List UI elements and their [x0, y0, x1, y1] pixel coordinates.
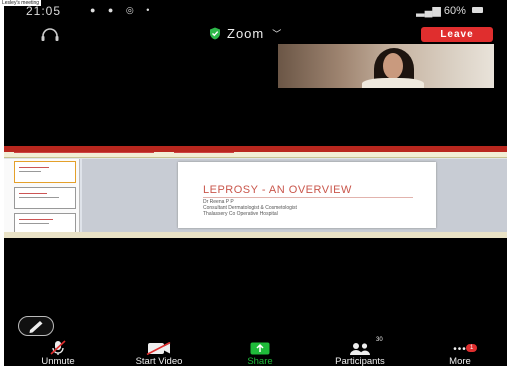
meeting-toolbar: Unmute Start Video Share 30 Participants… — [4, 337, 507, 366]
signal-icon: ▂▄▆ — [416, 5, 441, 17]
status-bar: 21:05 ● ● ◎ • ▂▄▆ 60% — [4, 4, 507, 18]
self-video-thumbnail[interactable] — [278, 44, 494, 88]
annotate-button[interactable] — [18, 316, 54, 336]
pencil-icon — [29, 320, 42, 333]
participants-button[interactable]: 30 Participants — [316, 337, 404, 366]
video-off-icon — [146, 342, 171, 355]
audio-headphone-icon[interactable] — [40, 28, 60, 42]
unmute-button[interactable]: Unmute — [30, 340, 86, 366]
battery-icon — [472, 7, 483, 13]
start-video-label: Start Video — [135, 356, 183, 366]
powerpoint-status-bar — [4, 232, 507, 238]
slide-thumbnail[interactable] — [14, 187, 76, 209]
more-notification-badge: 1 — [466, 344, 478, 352]
unmute-label: Unmute — [41, 356, 75, 366]
powerpoint-info-bar — [4, 152, 507, 158]
shield-check-icon — [210, 27, 220, 40]
slide-title: LEPROSY - AN OVERVIEW — [203, 184, 352, 196]
participants-icon — [350, 343, 370, 355]
status-right: ▂▄▆ 60% — [416, 4, 483, 17]
share-button[interactable]: Share — [236, 340, 284, 366]
share-label: Share — [247, 356, 273, 366]
current-slide: LEPROSY - AN OVERVIEW Dr Reena P P Consu… — [178, 162, 436, 228]
slide-canvas: LEPROSY - AN OVERVIEW Dr Reena P P Consu… — [82, 159, 507, 232]
more-button[interactable]: ••• 1 More — [440, 340, 480, 366]
start-video-button[interactable]: Start Video — [120, 340, 198, 366]
share-screen-icon — [250, 342, 270, 355]
participants-label: Participants — [335, 356, 385, 366]
leave-button[interactable]: Leave — [421, 27, 493, 42]
zoom-meeting-screen: 21:05 ● ● ◎ • ▂▄▆ 60% Zoom ﹀ Leave LEPRO… — [4, 0, 507, 366]
notification-icons: ● ● ◎ • — [90, 5, 155, 15]
slide-divider — [203, 197, 413, 198]
participant-body — [362, 78, 424, 88]
more-label: More — [449, 356, 471, 366]
slide-hospital: Thalassery Co Operative Hospital — [203, 211, 278, 217]
participants-count: 30 — [376, 337, 383, 343]
window-caption: Lesley's meeting — [0, 0, 42, 6]
shared-screen[interactable]: LEPROSY - AN OVERVIEW Dr Reena P P Consu… — [4, 146, 507, 238]
slide-thumbnail-pane — [4, 159, 80, 238]
battery-percent: 60% — [443, 5, 466, 17]
meeting-title-label: Zoom — [227, 26, 265, 41]
chevron-down-icon: ﹀ — [272, 29, 283, 39]
slide-thumbnail[interactable] — [14, 161, 76, 183]
muted-mic-icon — [50, 340, 66, 355]
slide-subtitle: Dr Reena P P Consultant Dermatologist & … — [203, 199, 297, 217]
meeting-title[interactable]: Zoom ﹀ — [209, 26, 282, 41]
more-dots-icon: ••• — [453, 344, 467, 355]
clock: 21:05 — [26, 4, 62, 18]
participant-face — [383, 53, 403, 79]
meeting-top-bar: Zoom ﹀ Leave — [4, 24, 507, 46]
